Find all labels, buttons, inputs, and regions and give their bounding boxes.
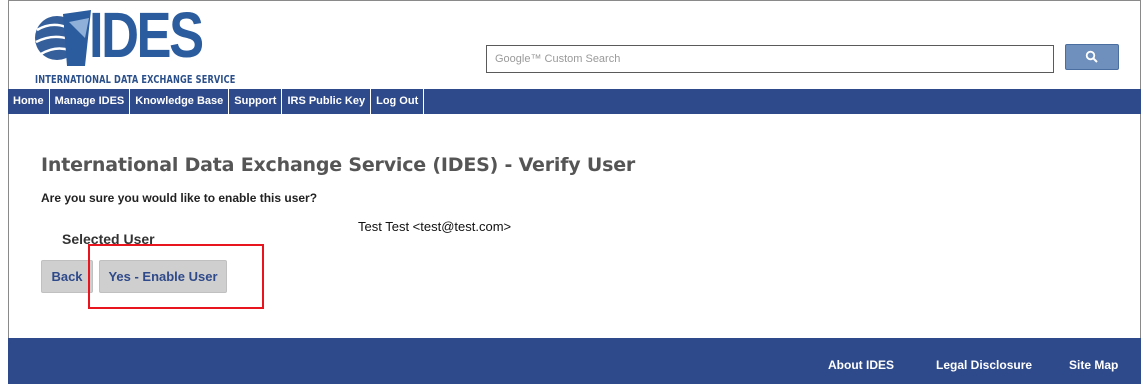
selected-user-value: Test Test <test@test.com>: [358, 219, 512, 234]
footer-site-map[interactable]: Site Map: [1069, 358, 1118, 372]
back-button[interactable]: Back: [41, 260, 93, 293]
footer: About IDES Legal Disclosure Site Map: [8, 338, 1141, 384]
main-nav: Home Manage IDES Knowledge Base Support …: [8, 89, 1141, 114]
logo-subtitle: INTERNATIONAL DATA EXCHANGE SERVICE: [35, 74, 236, 86]
globe-emblem-icon: [33, 8, 91, 68]
nav-support[interactable]: Support: [229, 89, 283, 114]
nav-log-out[interactable]: Log Out: [371, 89, 425, 114]
nav-irs-public-key[interactable]: IRS Public Key: [282, 89, 372, 114]
nav-manage-ides[interactable]: Manage IDES: [50, 89, 131, 114]
confirm-question: Are you sure you would like to enable th…: [41, 191, 318, 205]
nav-home[interactable]: Home: [8, 89, 50, 114]
page-title: International Data Exchange Service (IDE…: [41, 154, 636, 176]
search-button[interactable]: [1065, 44, 1119, 70]
annotation-highlight-box: [88, 244, 264, 309]
ides-logo[interactable]: IDES INTERNATIONAL DATA EXCHANGE SERVICE: [27, 0, 235, 88]
footer-about-ides[interactable]: About IDES: [828, 358, 894, 372]
logo-wordmark: IDES: [89, 0, 204, 71]
nav-knowledge-base[interactable]: Knowledge Base: [130, 89, 230, 114]
magnifier-icon: [1085, 50, 1098, 63]
footer-legal-disclosure[interactable]: Legal Disclosure: [936, 358, 1032, 372]
search-input[interactable]: Google™ Custom Search: [486, 45, 1054, 73]
